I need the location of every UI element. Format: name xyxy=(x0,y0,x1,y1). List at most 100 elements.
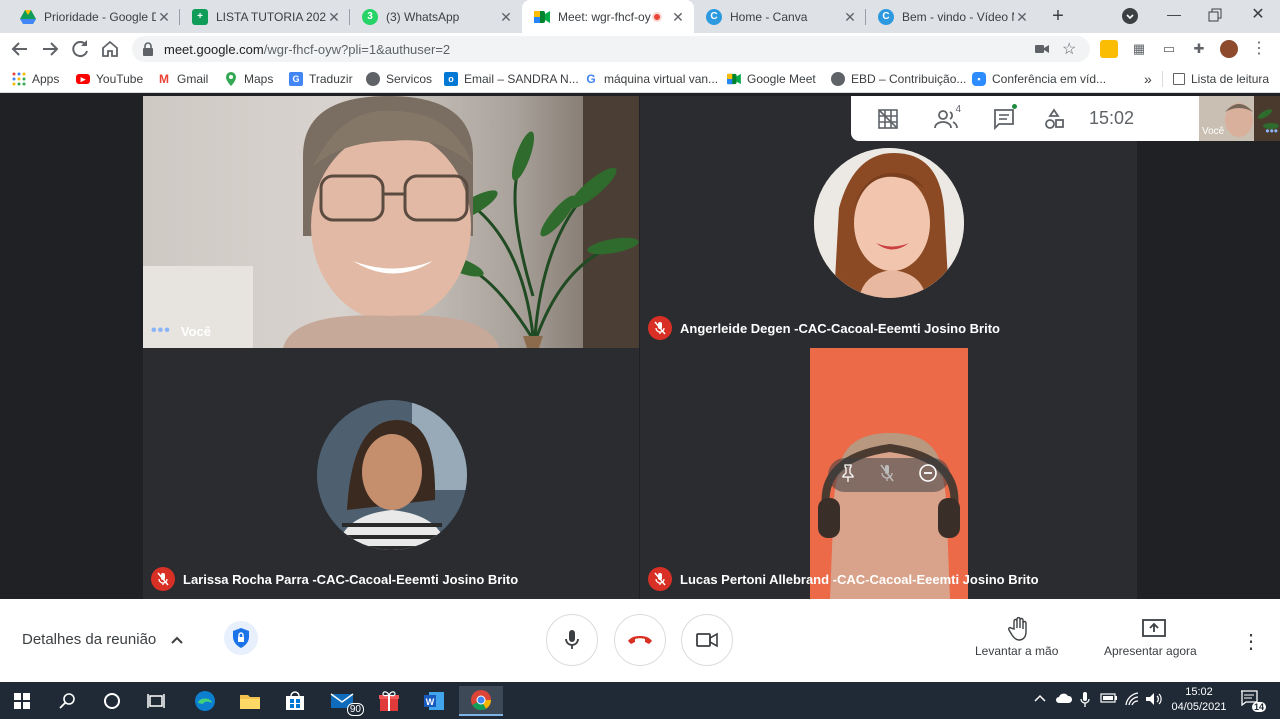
camera-button[interactable] xyxy=(681,614,733,666)
store-taskbar-app[interactable] xyxy=(273,686,317,716)
meeting-details-button[interactable]: Detalhes da reunião xyxy=(22,631,184,649)
meet-video-stage: ••• Você Angerleide Degen -CAC-Cacoal-Ee… xyxy=(0,96,1280,599)
close-icon[interactable]: ✕ xyxy=(156,9,172,25)
browser-tab[interactable]: Prioridade - Google Dr ✕ xyxy=(8,0,180,33)
file-explorer-taskbar-app[interactable] xyxy=(228,686,272,716)
mail-taskbar-app[interactable]: 90 xyxy=(320,686,364,716)
close-window-button[interactable]: ✕ xyxy=(1246,4,1270,26)
browser-tab[interactable]: + LISTA TUTORIA 2021.x ✕ xyxy=(180,0,350,33)
search-button[interactable] xyxy=(46,686,90,716)
onedrive-icon[interactable] xyxy=(1055,692,1073,707)
bookmark-email[interactable]: o Email – SANDRA N... xyxy=(444,70,579,88)
chat-icon xyxy=(994,108,1014,130)
bookmark-conferencia[interactable]: ▪ Conferência em víd... xyxy=(972,70,1106,88)
close-icon[interactable]: ✕ xyxy=(498,9,514,25)
bookmark-label: Servicos xyxy=(386,72,433,86)
raise-hand-button[interactable]: Levantar a mão xyxy=(975,644,1058,658)
pin-icon[interactable] xyxy=(840,463,856,487)
task-view-button[interactable] xyxy=(134,686,178,716)
word-taskbar-app[interactable]: W xyxy=(412,686,456,716)
raise-hand-icon[interactable] xyxy=(1008,616,1030,646)
reading-list-label: Lista de leitura xyxy=(1191,72,1270,86)
bookmarks-overflow-button[interactable]: » xyxy=(1144,70,1152,88)
camera-in-use-icon[interactable] xyxy=(1034,41,1050,62)
back-button[interactable] xyxy=(8,37,32,61)
close-icon[interactable]: ✕ xyxy=(326,9,342,25)
browser-tab[interactable]: C Bem - vindo - Vídeo M ✕ xyxy=(866,0,1038,33)
browser-tab-active[interactable]: Meet: wgr-fhcf-oy ✕ xyxy=(522,0,694,33)
chat-button[interactable] xyxy=(985,100,1023,138)
restore-window-button[interactable] xyxy=(1204,6,1226,26)
remove-participant-icon[interactable] xyxy=(918,463,938,488)
notification-count-badge: 14 xyxy=(1251,702,1266,712)
show-hidden-icons-button[interactable] xyxy=(1034,692,1046,706)
google-meet-icon xyxy=(727,72,741,86)
tab-title: Prioridade - Google Dr xyxy=(44,9,156,24)
reading-list-button[interactable]: Lista de leitura xyxy=(1173,70,1269,88)
bookmark-ebd[interactable]: EBD – Contribuição... xyxy=(831,70,966,88)
close-icon[interactable]: ✕ xyxy=(842,9,858,25)
address-bar[interactable]: meet.google.com/wgr-fhcf-oyw?pli=1&authu… xyxy=(132,36,1090,62)
activities-button[interactable] xyxy=(1035,100,1073,138)
bookmark-gmail[interactable]: M Gmail xyxy=(157,70,208,88)
bookmark-google-meet[interactable]: Google Meet xyxy=(727,70,816,88)
bookmark-servicos[interactable]: Servicos xyxy=(366,70,432,88)
new-tab-button[interactable]: + xyxy=(1046,4,1070,28)
meeting-controls-bar: Detalhes da reunião Levantar a mão Apres… xyxy=(0,599,1280,682)
lock-icon[interactable] xyxy=(142,42,154,61)
self-preview-thumbnail[interactable]: Você ••• xyxy=(1199,96,1280,141)
close-icon[interactable]: ✕ xyxy=(1014,9,1030,25)
participant-tile[interactable]: Lucas Pertoni Allebrand -CAC-Cacoal-Eeem… xyxy=(640,348,1137,599)
home-button[interactable] xyxy=(98,37,122,61)
bookmark-maquina-virtual[interactable]: Gmáquina virtual van... xyxy=(584,70,718,88)
tile-name-tag: ••• Você xyxy=(151,322,211,340)
present-now-button[interactable]: Apresentar agora xyxy=(1104,644,1197,658)
windows-start-button[interactable] xyxy=(0,686,44,716)
participant-tile[interactable]: Larissa Rocha Parra -CAC-Cacoal-Eeemti J… xyxy=(143,348,639,599)
layout-grid-button[interactable] xyxy=(869,100,907,138)
bookmark-label: YouTube xyxy=(96,72,144,86)
notification-center-button[interactable]: 14 xyxy=(1240,690,1266,712)
tab-title: LISTA TUTORIA 2021.x xyxy=(216,9,326,24)
extensions-puzzle-icon[interactable]: ✚ xyxy=(1190,40,1208,58)
mute-participant-icon[interactable] xyxy=(880,464,894,487)
bookmark-maps[interactable]: Maps xyxy=(224,70,273,88)
microphone-in-use-icon[interactable] xyxy=(1080,692,1090,711)
clock-time: 15:02 xyxy=(1185,686,1213,698)
tab-search-button[interactable] xyxy=(1122,8,1138,24)
battery-icon[interactable] xyxy=(1100,692,1118,707)
gift-taskbar-app[interactable] xyxy=(367,686,411,716)
forward-button[interactable] xyxy=(38,37,62,61)
reader-mode-icon[interactable]: ▭ xyxy=(1160,40,1178,58)
host-controls-button[interactable] xyxy=(224,621,258,655)
edge-taskbar-app[interactable] xyxy=(183,686,227,716)
profile-avatar[interactable] xyxy=(1220,40,1238,58)
bookmark-star-icon[interactable]: ☆ xyxy=(1062,39,1076,59)
volume-icon[interactable] xyxy=(1145,692,1163,709)
self-video-tile[interactable]: ••• Você xyxy=(143,96,639,348)
close-icon[interactable]: ✕ xyxy=(670,9,686,25)
system-clock[interactable]: 15:02 04/05/2021 xyxy=(1168,685,1230,715)
bookmark-traduzir[interactable]: G Traduzir xyxy=(289,70,353,88)
browser-menu-icon[interactable]: ⋮ xyxy=(1250,40,1268,58)
participants-button[interactable]: 4 xyxy=(927,100,965,138)
bookmark-label: EBD – Contribuição... xyxy=(851,72,967,86)
chrome-taskbar-app[interactable] xyxy=(459,686,503,716)
wifi-icon[interactable] xyxy=(1124,692,1140,709)
minimize-window-button[interactable]: — xyxy=(1160,6,1188,26)
more-options-icon[interactable]: ⋮ xyxy=(1241,629,1261,654)
apps-grid-icon xyxy=(12,72,26,86)
reload-button[interactable] xyxy=(68,37,92,61)
extension-icon[interactable] xyxy=(1100,40,1118,58)
browser-tab[interactable]: C Home - Canva ✕ xyxy=(694,0,866,33)
cortana-button[interactable] xyxy=(90,686,134,716)
globe-icon xyxy=(366,72,380,86)
browser-tab[interactable]: 3 (3) WhatsApp ✕ xyxy=(350,0,522,33)
present-screen-icon[interactable] xyxy=(1142,619,1166,644)
leave-call-button[interactable] xyxy=(614,614,666,666)
grid-extension-icon[interactable]: ▦ xyxy=(1130,40,1148,58)
bookmark-youtube[interactable]: ▸ YouTube xyxy=(76,70,143,88)
google-sheets-icon: + xyxy=(192,8,208,25)
bookmark-apps[interactable]: Apps xyxy=(12,70,59,88)
microphone-button[interactable] xyxy=(546,614,598,666)
